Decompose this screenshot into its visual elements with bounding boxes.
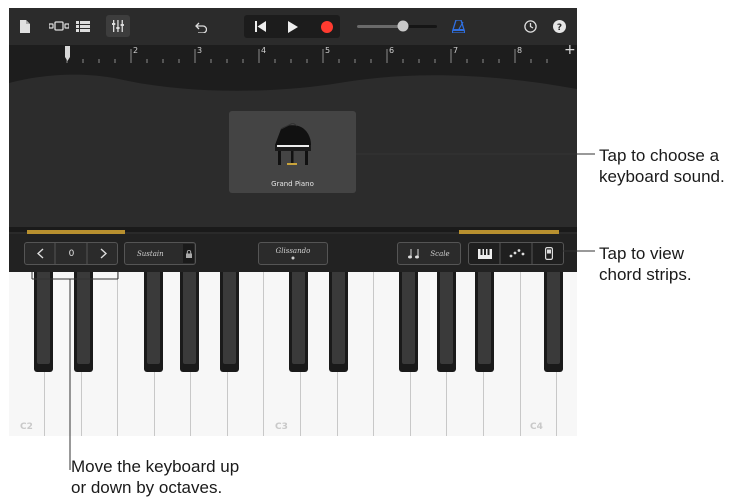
octave-label-c2: C2 [20, 422, 33, 432]
instrument-selector[interactable]: Grand Piano [229, 111, 356, 193]
svg-text:?: ? [557, 23, 562, 33]
play-icon[interactable] [282, 17, 304, 36]
glissando-indicator [291, 256, 295, 260]
arpeggiator-button[interactable] [501, 243, 532, 264]
document-icon[interactable] [19, 19, 31, 34]
volume-slider[interactable] [357, 19, 437, 33]
piano-keys-mode-button[interactable] [469, 243, 500, 264]
ruler-mark-3: 3 [197, 46, 203, 55]
black-key[interactable] [544, 272, 563, 372]
octave-down-button[interactable] [25, 243, 55, 264]
toolbar: ? [9, 8, 577, 45]
arpeggiator-icon [509, 249, 524, 258]
piano-keyboard[interactable]: C2 C3 C4 [9, 272, 577, 436]
ruler-ticks [65, 46, 548, 63]
instrument-name: Grand Piano [271, 180, 314, 188]
chevron-left-icon [36, 248, 43, 259]
callout-chords-line-2: chord strips. [599, 265, 692, 284]
callout-sound: Tap to choose a keyboard sound. [599, 145, 725, 187]
callout-sound-line-2: keyboard sound. [599, 167, 725, 186]
ruler-mark-2: 2 [133, 46, 139, 55]
octave-value: 0 [68, 248, 75, 259]
tracks-icon[interactable] [73, 17, 93, 35]
grand-piano-icon [275, 123, 311, 165]
glissando-label: Glissando [275, 247, 311, 255]
help-icon[interactable]: ? [550, 17, 569, 36]
rewind-icon[interactable] [249, 17, 271, 36]
sustain-label: Sustain [137, 249, 164, 258]
piano-keys-icon [477, 248, 492, 259]
ruler-mark-4: 4 [261, 46, 267, 55]
callout-octave: Move the keyboard up or down by octaves. [71, 456, 239, 498]
record-icon[interactable] [316, 17, 338, 36]
callout-chords: Tap to view chord strips. [599, 243, 692, 285]
black-key[interactable] [74, 272, 93, 372]
octave-label-c4: C4 [530, 422, 543, 432]
black-key[interactable] [180, 272, 199, 372]
music-notes-icon [408, 249, 420, 259]
scale-label: Scale [430, 249, 450, 258]
garageband-keyboard-app: ? 2 3 4 5 6 7 8 + Grand Piano 0 Sustain … [9, 8, 577, 436]
undo-icon[interactable] [191, 18, 209, 36]
settings-icon[interactable] [521, 17, 540, 36]
black-key[interactable] [399, 272, 418, 372]
ruler-mark-5: 5 [325, 46, 331, 55]
black-key[interactable] [289, 272, 308, 372]
black-key[interactable] [34, 272, 53, 372]
callout-octave-line-2: or down by octaves. [71, 478, 223, 497]
chord-strips-button[interactable] [533, 243, 564, 264]
black-key[interactable] [475, 272, 494, 372]
callout-sound-line-1: Tap to choose a [599, 146, 720, 165]
view-toggle-icon[interactable] [47, 17, 71, 35]
ruler-mark-6: 6 [389, 46, 395, 55]
mixer-icon[interactable] [106, 15, 130, 37]
black-key[interactable] [437, 272, 456, 372]
glissando-button[interactable]: Glissando [258, 242, 328, 265]
black-key[interactable] [220, 272, 239, 372]
chord-strip-icon [544, 247, 553, 260]
black-key[interactable] [144, 272, 163, 372]
metronome-icon[interactable] [449, 17, 467, 36]
add-section-button[interactable]: + [564, 42, 576, 58]
callout-chords-line-1: Tap to view [599, 244, 685, 263]
lock-icon [185, 249, 192, 258]
octave-up-button[interactable] [88, 243, 118, 264]
chevron-right-icon [100, 248, 107, 259]
sustain-lock-button[interactable] [183, 244, 194, 263]
ruler-mark-7: 7 [453, 46, 459, 55]
control-bar: 0 Sustain Glissando Scale [9, 234, 577, 272]
black-key[interactable] [329, 272, 348, 372]
octave-label-c3: C3 [275, 422, 288, 432]
timeline-ruler[interactable]: 2 3 4 5 6 7 8 + [9, 42, 577, 67]
callout-octave-line-1: Move the keyboard up [71, 457, 240, 476]
scale-button[interactable]: Scale [397, 242, 461, 265]
ruler-mark-8: 8 [517, 46, 523, 55]
